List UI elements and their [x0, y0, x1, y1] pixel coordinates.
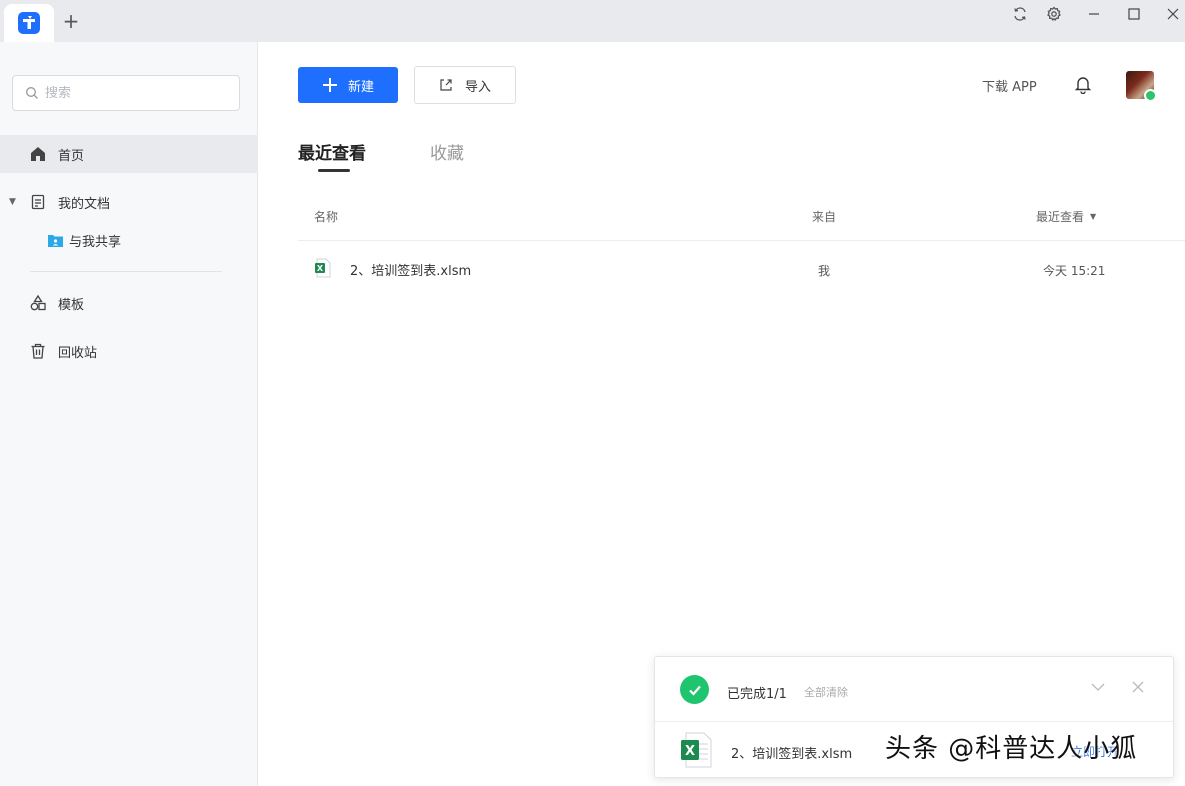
wechat-badge-icon [1144, 89, 1157, 102]
minimize-icon[interactable] [1080, 4, 1108, 24]
document-icon [28, 192, 48, 212]
sidebar-item-home[interactable]: 首页 [0, 135, 258, 173]
new-button[interactable]: 新建 [298, 67, 398, 103]
shared-folder-icon [45, 230, 65, 250]
import-button-label: 导入 [464, 79, 491, 95]
user-avatar[interactable] [1126, 71, 1157, 102]
search-icon [26, 87, 38, 99]
excel-file-icon: X [681, 732, 712, 768]
column-header-name[interactable]: 名称 [314, 208, 338, 225]
column-header-recent[interactable]: 最近查看 ▼ [1036, 208, 1096, 225]
file-owner: 我 [818, 264, 831, 278]
file-name[interactable]: 2、培训签到表.xlsm [350, 260, 471, 279]
panel-divider [655, 721, 1173, 722]
upload-status-text: 已完成1/1 [727, 687, 787, 702]
maximize-icon[interactable] [1120, 4, 1148, 24]
success-check-icon [680, 675, 709, 704]
home-icon [28, 144, 48, 164]
sidebar-item-templates[interactable]: 模板 [0, 284, 258, 322]
file-last-viewed: 今天 15:21 [1043, 264, 1106, 278]
uploaded-file-name: 2、培训签到表.xlsm [731, 747, 853, 762]
chevron-down-icon[interactable] [1090, 679, 1106, 695]
sort-desc-icon[interactable]: ▼ [1090, 212, 1096, 221]
column-header-recent-label: 最近查看 [1036, 210, 1085, 224]
app-home-tab[interactable] [4, 4, 54, 42]
column-header-from[interactable]: 来自 [812, 208, 836, 225]
new-tab-button[interactable]: + [60, 10, 82, 32]
title-bar: + [0, 0, 1185, 42]
plus-icon [322, 78, 337, 92]
watermark-text: 头条 @科普达人小狐 [885, 734, 1138, 764]
clear-all-button[interactable]: 全部清除 [804, 684, 848, 700]
sync-icon[interactable] [1006, 4, 1034, 24]
sidebar-divider [30, 271, 222, 272]
sidebar-item-label: 与我共享 [69, 234, 122, 250]
new-button-label: 新建 [347, 79, 374, 95]
sidebar-item-my-docs[interactable]: ▼ 我的文档 [0, 183, 258, 221]
notification-bell-icon[interactable] [1073, 74, 1093, 98]
sidebar-item-label: 模板 [58, 297, 85, 313]
tab-recent[interactable]: 最近查看 [298, 139, 366, 164]
svg-text:X: X [317, 264, 324, 273]
search-box[interactable] [12, 75, 240, 111]
svg-text:X: X [685, 744, 695, 759]
search-input[interactable] [45, 85, 225, 101]
download-app-link[interactable]: 下载 APP [982, 76, 1037, 95]
active-tab-indicator [318, 169, 350, 172]
template-icon [28, 293, 48, 313]
sidebar-item-shared[interactable]: 与我共享 [0, 221, 258, 259]
excel-file-icon: X [315, 258, 331, 278]
trash-icon [28, 341, 48, 361]
table-row[interactable]: X 2、培训签到表.xlsm 我 今天 15:21 [298, 248, 1185, 290]
sidebar-item-label: 首页 [58, 148, 85, 164]
app-logo-icon [18, 12, 40, 34]
close-icon[interactable] [1159, 4, 1185, 24]
tab-favorites[interactable]: 收藏 [430, 139, 464, 164]
settings-icon[interactable] [1040, 4, 1068, 24]
table-header-divider [298, 240, 1185, 241]
sidebar-item-label: 我的文档 [58, 196, 111, 212]
import-icon [440, 79, 452, 91]
caret-down-icon[interactable]: ▼ [9, 197, 19, 207]
sidebar: 首页 ▼ 我的文档 与我共享 模板 [0, 42, 258, 786]
panel-close-icon[interactable] [1130, 679, 1146, 695]
import-button[interactable]: 导入 [414, 66, 516, 104]
sidebar-item-trash[interactable]: 回收站 [0, 332, 258, 370]
sidebar-item-label: 回收站 [58, 345, 98, 361]
